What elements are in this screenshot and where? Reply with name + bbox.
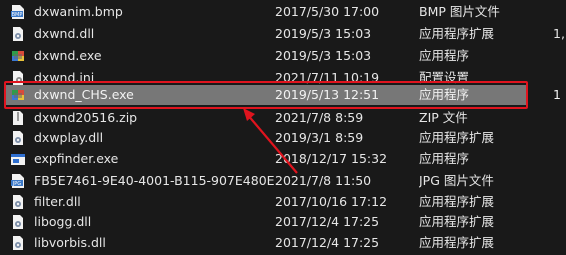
file-type: BMP 图片文件 — [419, 4, 500, 19]
dll-icon — [10, 127, 30, 149]
file-size — [553, 232, 566, 254]
file-type: 应用程序扩展 — [419, 235, 495, 250]
file-row[interactable]: libvorbis.dll 2017/12/4 17:25 应用程序扩展 — [6, 232, 566, 254]
file-row[interactable]: filter.dll 2017/10/16 17:12 应用程序扩展 — [6, 191, 566, 213]
file-date-modified: 2021/7/8 8:59 — [275, 110, 364, 125]
file-date-modified: 2019/5/3 15:03 — [275, 48, 372, 63]
file-row[interactable]: dxwplay.dll 2019/3/1 8:59 应用程序扩展 — [6, 127, 566, 149]
file-size — [553, 148, 566, 170]
file-date-modified: 2019/5/13 12:51 — [275, 87, 380, 102]
file-size — [553, 170, 566, 192]
file-date-modified: 2017/12/4 17:25 — [275, 214, 380, 229]
file-size — [553, 211, 566, 233]
file-date-modified: 2017/12/4 17:25 — [275, 235, 380, 250]
file-name: dxwnd20516.zip — [34, 110, 138, 125]
file-type: ZIP 文件 — [419, 110, 468, 125]
dll-icon — [10, 23, 30, 45]
file-type: JPG 图片文件 — [419, 173, 494, 188]
file-type: 应用程序 — [419, 48, 470, 63]
svg-text:JPG: JPG — [12, 181, 21, 187]
file-name: libogg.dll — [34, 214, 92, 229]
file-date-modified: 2018/12/17 15:32 — [275, 151, 388, 166]
file-row[interactable]: dxwnd20516.zip 2021/7/8 8:59 ZIP 文件 — [6, 107, 566, 129]
zip-icon — [10, 107, 30, 129]
file-size — [553, 45, 566, 67]
file-size — [553, 127, 566, 149]
file-row[interactable]: dxwnd.exe 2019/5/3 15:03 应用程序 — [6, 45, 566, 67]
file-name: dxwnd.exe — [34, 48, 102, 63]
dll-icon — [10, 232, 30, 254]
file-type: 应用程序扩展 — [419, 194, 495, 209]
exe-app-icon — [10, 45, 30, 67]
file-name: libvorbis.dll — [34, 235, 106, 250]
file-row[interactable]: libogg.dll 2017/12/4 17:25 应用程序扩展 — [6, 211, 566, 233]
file-date-modified: 2017/10/16 17:12 — [275, 194, 388, 209]
file-name: expfinder.exe — [34, 151, 119, 166]
file-row[interactable]: dxwnd.dll 2019/5/3 15:03 应用程序扩展 1, — [6, 23, 566, 45]
file-size — [553, 191, 566, 213]
file-row[interactable]: expfinder.exe 2018/12/17 15:32 应用程序 — [6, 148, 566, 170]
file-type: 应用程序扩展 — [419, 214, 495, 229]
file-name: dxwplay.dll — [34, 130, 104, 145]
exe-app-icon — [10, 85, 30, 105]
exe-window-icon — [10, 148, 30, 170]
file-row-selected[interactable]: dxwnd_CHS.exe 2019/5/13 12:51 应用程序 1 — [6, 85, 561, 105]
file-row[interactable]: BMP dxwanim.bmp 2017/5/30 17:00 BMP 图片文件 — [6, 1, 566, 23]
file-name: dxwanim.bmp — [34, 4, 123, 19]
file-type: 应用程序扩展 — [419, 26, 495, 41]
file-list: BMP dxwanim.bmp 2017/5/30 17:00 BMP 图片文件 dxw… — [0, 0, 566, 255]
file-name: filter.dll — [34, 194, 81, 209]
file-name: FB5E7461-9E40-4001-B115-907E480E... — [34, 173, 279, 188]
file-name: dxwnd_CHS.exe — [34, 87, 134, 102]
file-row[interactable]: JPG FB5E7461-9E40-4001-B115-907E480E... 20… — [6, 170, 566, 192]
file-size — [553, 107, 566, 129]
file-type: 应用程序 — [419, 87, 470, 102]
file-type: 应用程序 — [419, 151, 470, 166]
svg-text:BMP: BMP — [12, 12, 23, 18]
file-date-modified: 2021/7/8 11:50 — [275, 173, 372, 188]
file-size — [553, 1, 566, 23]
bmp-icon: BMP — [10, 1, 30, 23]
dll-icon — [10, 211, 30, 233]
file-date-modified: 2019/5/3 15:03 — [275, 26, 372, 41]
jpg-icon: JPG — [10, 170, 30, 192]
file-size: 1, — [553, 26, 565, 41]
file-date-modified: 2017/5/30 17:00 — [275, 4, 380, 19]
dll-icon — [10, 191, 30, 213]
file-name: dxwnd.dll — [34, 26, 95, 41]
file-type: 应用程序扩展 — [419, 130, 495, 145]
file-size: 1 — [553, 87, 561, 102]
file-date-modified: 2019/3/1 8:59 — [275, 130, 364, 145]
